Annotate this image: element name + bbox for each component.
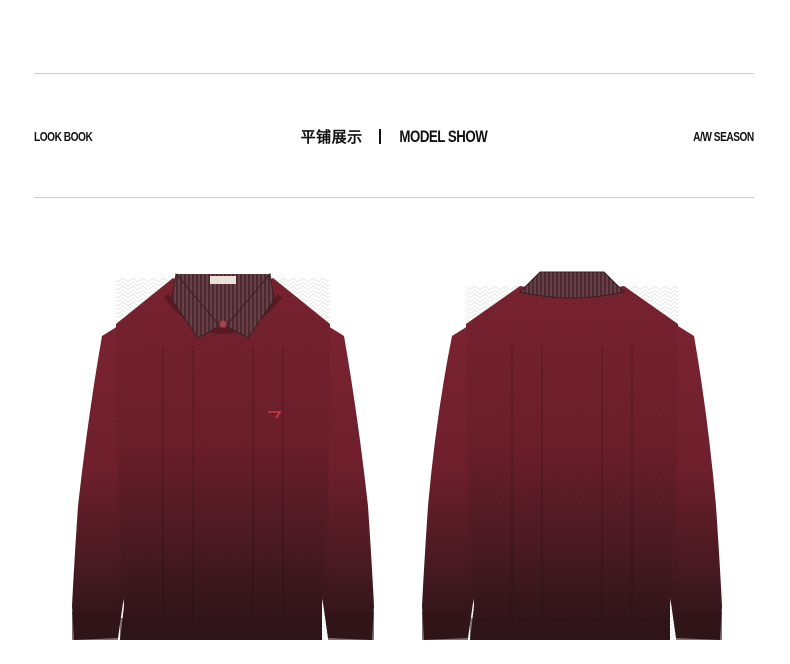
bottom-divider (34, 197, 754, 198)
sweater-back-image (420, 266, 730, 646)
section-title-en: MODEL SHOW (399, 127, 487, 146)
section-title-cn: 平铺展示 (300, 128, 363, 146)
sweater-front-image (68, 266, 378, 646)
season-label: A/W SEASON (693, 129, 754, 144)
title-separator (378, 129, 381, 144)
section-title: 平铺展示 MODEL SHOW (0, 125, 790, 150)
top-divider (34, 73, 754, 74)
